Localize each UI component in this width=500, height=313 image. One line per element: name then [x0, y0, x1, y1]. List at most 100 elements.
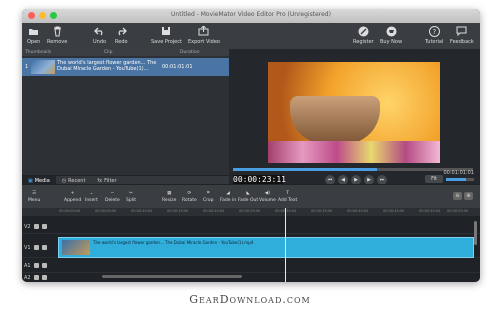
- zoom-select[interactable]: Fit: [425, 175, 443, 183]
- ruler-tick: 00:00:25:00: [239, 209, 261, 213]
- preview-panel: 00:01:01:01 00:00:23:11 ⏮ ◀ ▶ ▶ ⏭ Fit: [229, 49, 480, 185]
- ruler-tick: 00:00:40:00: [347, 209, 369, 213]
- text-icon: T: [286, 190, 289, 196]
- insert-button[interactable]: ⌄ Insert: [85, 188, 98, 204]
- track-lock-checkbox[interactable]: [34, 245, 39, 250]
- main-toolbar: Open Remove Undo Redo Save Project Expor…: [22, 23, 480, 50]
- tab-filter-label: Filter: [104, 177, 117, 184]
- ruler-tick: 00:00:00:00: [59, 209, 81, 213]
- open-button[interactable]: Open: [27, 25, 40, 45]
- track-visible-checkbox[interactable]: [42, 224, 47, 229]
- undo-button[interactable]: Undo: [93, 25, 106, 45]
- crop-button[interactable]: ⌗ Crop: [203, 188, 214, 203]
- timeline-vertical-scrollbar[interactable]: [474, 221, 477, 245]
- rewind-icon: ◀: [341, 177, 345, 183]
- delete-button[interactable]: − Delete: [105, 188, 120, 204]
- export-video-label: Export Video: [188, 39, 220, 45]
- zoom-in-button[interactable]: ⊕: [464, 192, 473, 200]
- timeline-horizontal-scrollbar[interactable]: [102, 275, 242, 278]
- fade-out-label: Fade Out: [238, 198, 259, 203]
- tutorial-button[interactable]: ? Tutorial: [425, 25, 443, 45]
- window-title: Untitled - MovieMator Video Editor Pro (…: [171, 11, 331, 18]
- feedback-icon: [456, 25, 468, 37]
- menu-button[interactable]: ☰ Menu: [28, 188, 41, 204]
- insert-icon: ⌄: [89, 190, 94, 196]
- app-window: Untitled - MovieMator Video Editor Pro (…: [22, 9, 480, 282]
- track-mute-checkbox[interactable]: [42, 263, 47, 268]
- library-row[interactable]: 1 The world's largest flower garden... T…: [22, 58, 229, 76]
- filter-icon: fx: [97, 177, 103, 184]
- save-project-button[interactable]: Save Project: [151, 25, 182, 45]
- rotate-icon: ⟳: [187, 190, 192, 196]
- edit-toolbar: ☰ Menu + Append ⌄ Insert − Delete ✂ Split ▦ R…: [22, 184, 480, 209]
- track-label: A1: [24, 263, 31, 269]
- scrubber-progress: [233, 168, 377, 171]
- zoom-out-button[interactable]: ⊖: [453, 192, 462, 200]
- timeline-clip-thumbnail: [62, 240, 90, 255]
- timeline-tracks: V2 V1 The world's largest flower garden.…: [22, 216, 480, 282]
- track-lock-checkbox[interactable]: [34, 263, 39, 268]
- plus-icon: +: [70, 190, 75, 196]
- feedback-button[interactable]: Feedback: [450, 25, 474, 45]
- track-label: A2: [24, 275, 31, 281]
- preview-boat-shape: [290, 96, 380, 144]
- track-v1: V1 The world's largest flower garden... …: [22, 237, 480, 258]
- column-thumbnails[interactable]: Thumbnails: [25, 50, 51, 55]
- folder-icon: [28, 25, 40, 37]
- split-label: Split: [126, 198, 136, 203]
- ruler-tick: 00:00:45:00: [383, 209, 405, 213]
- ruler-tick: 00:00:55:00: [447, 209, 469, 213]
- clip-duration: 00:01:01:01: [162, 64, 193, 70]
- ruler-tick: 00:00:20:00: [203, 209, 225, 213]
- tutorial-label: Tutorial: [425, 39, 444, 45]
- track-mute-checkbox[interactable]: [42, 275, 47, 280]
- total-duration: 00:01:01:01: [443, 170, 474, 176]
- remove-label: Remove: [47, 39, 68, 45]
- volume-label: Volume: [259, 198, 276, 203]
- redo-icon: [115, 25, 127, 37]
- resize-button[interactable]: ▦ Resize: [162, 188, 177, 204]
- buy-now-button[interactable]: Buy Now: [380, 25, 402, 45]
- ruler-tick: 00:00:05:00: [95, 209, 117, 213]
- undo-label: Undo: [93, 39, 107, 45]
- menu-label: Menu: [28, 198, 41, 203]
- track-lock-checkbox[interactable]: [34, 224, 39, 229]
- feedback-label: Feedback: [450, 39, 474, 45]
- export-video-button[interactable]: Export Video: [188, 25, 220, 45]
- svg-text:?: ?: [432, 28, 436, 36]
- column-duration[interactable]: Duration: [180, 50, 200, 55]
- volume-button[interactable]: ◀) Volume: [259, 188, 276, 204]
- resize-label: Resize: [162, 198, 177, 203]
- library-header: Thumbnails Clip Duration: [22, 49, 229, 56]
- volume-slider[interactable]: [446, 178, 474, 181]
- timeline-playhead[interactable]: [285, 208, 286, 282]
- clock-icon: ◷: [61, 177, 67, 184]
- ruler-tick: 00:00:35:00: [311, 209, 333, 213]
- timeline-clip-name: The world's largest flower garden... The…: [93, 240, 254, 245]
- register-button[interactable]: Register: [353, 25, 374, 45]
- append-label: Append: [64, 198, 82, 203]
- skip-back-icon: ⏮: [327, 177, 333, 183]
- rotate-button[interactable]: ⟳ Rotate: [182, 188, 197, 204]
- zoom-out-icon: ⊖: [453, 192, 462, 200]
- clip-name: The world's largest flower garden... The…: [57, 60, 157, 72]
- open-label: Open: [27, 39, 41, 45]
- column-clip[interactable]: Clip: [104, 50, 113, 55]
- timeline-clip[interactable]: The world's largest flower garden... The…: [58, 237, 474, 258]
- add-text-button[interactable]: T Add Text: [278, 188, 297, 204]
- redo-button[interactable]: Redo: [115, 25, 128, 45]
- fade-in-label: Fade in: [220, 198, 237, 203]
- track-label: V2: [24, 224, 31, 230]
- track-a2: A2: [22, 272, 480, 282]
- append-button[interactable]: + Append: [64, 188, 82, 204]
- split-button[interactable]: ✂ Split: [126, 188, 136, 204]
- save-project-label: Save Project: [151, 39, 182, 45]
- track-lock-checkbox[interactable]: [34, 275, 39, 280]
- playback-scrubber[interactable]: [233, 168, 473, 171]
- track-visible-checkbox[interactable]: [42, 245, 47, 250]
- fade-in-button[interactable]: ◢ Fade in: [220, 188, 237, 204]
- register-label: Register: [353, 39, 374, 45]
- remove-button[interactable]: Remove: [47, 25, 67, 45]
- fade-out-button[interactable]: ◣ Fade Out: [238, 188, 259, 204]
- register-icon: [357, 25, 369, 37]
